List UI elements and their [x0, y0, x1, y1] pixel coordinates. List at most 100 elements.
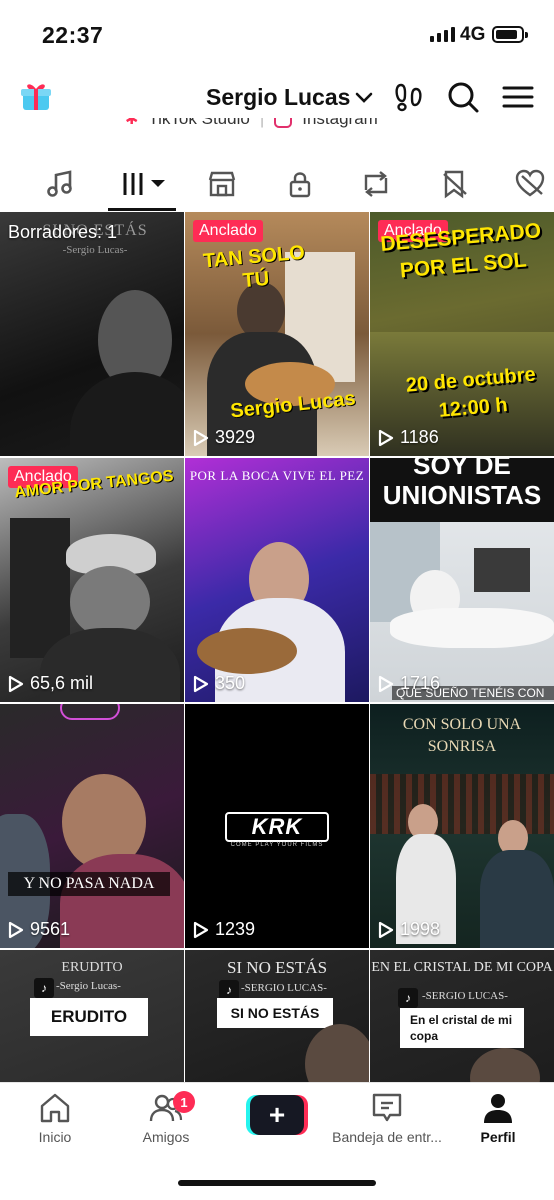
- status-bar: 22:37 4G: [0, 0, 554, 64]
- video-tile[interactable]: KRK COME PLAY YOUR FILMS 1239: [185, 704, 369, 948]
- signal-icon: [430, 27, 455, 42]
- video-tile[interactable]: Anclado TAN SOLO TÚ Sergio Lucas 3929: [185, 212, 369, 456]
- play-icon: [378, 921, 394, 938]
- video-subcaption: -SERGIO LUCAS-: [241, 982, 327, 994]
- sticker-label: En el cristal de mi copa: [400, 1008, 524, 1048]
- video-subcaption: -Sergio Lucas-: [62, 244, 128, 256]
- video-tile[interactable]: Anclado AMOR POR TANGOS 65,6 mil: [0, 458, 184, 702]
- menu-icon[interactable]: [501, 80, 535, 114]
- tab-reposts[interactable]: [356, 164, 396, 204]
- tiktok-icon: ♪: [398, 988, 418, 1008]
- play-icon: [8, 921, 24, 938]
- battery-icon: [492, 26, 528, 43]
- tab-private[interactable]: [280, 164, 320, 204]
- lock-icon: [289, 172, 311, 198]
- video-caption: Y NO PASA NADA: [8, 872, 170, 896]
- krk-logo: KRK: [225, 812, 329, 842]
- home-indicator: [178, 1180, 376, 1186]
- play-icon: [193, 675, 209, 692]
- sticker-label: SI NO ESTÁS: [217, 998, 333, 1028]
- heart-hidden-icon: [515, 169, 545, 197]
- monitor-shape: [474, 548, 530, 592]
- nav-home[interactable]: Inicio: [0, 1091, 110, 1145]
- view-count: 1716: [378, 673, 440, 694]
- nav-inbox[interactable]: Bandeja de entr...: [332, 1091, 442, 1145]
- profile-icon: [484, 1094, 512, 1123]
- video-caption: POR LA BOCA VIVE EL PEZ: [189, 468, 365, 483]
- profile-name: Sergio Lucas: [206, 84, 351, 110]
- person-silhouette: [70, 372, 184, 456]
- network-label: 4G: [460, 24, 486, 45]
- nav-friends-label: Amigos: [142, 1129, 190, 1145]
- person-silhouette: [470, 1048, 540, 1082]
- video-tile[interactable]: SOY DE UNIONISTAS QUE SUEÑO TENÉIS CON 1…: [370, 458, 554, 702]
- view-count: 1186: [378, 427, 439, 448]
- tiktok-icon: ♪: [34, 978, 54, 998]
- tab-shop[interactable]: [202, 164, 242, 204]
- video-caption: SI NO ESTÁS: [226, 958, 328, 977]
- status-time: 22:37: [42, 22, 104, 48]
- shop-icon: [208, 171, 236, 197]
- instagram-icon: [274, 118, 293, 128]
- account-switcher[interactable]: Sergio Lucas: [206, 84, 374, 111]
- search-icon[interactable]: [446, 80, 480, 114]
- video-tile[interactable]: ERUDITO ♪ -Sergio Lucas- ERUDITO: [0, 950, 184, 1082]
- instagram-link[interactable]: Instagram: [302, 118, 378, 129]
- gift-icon[interactable]: [20, 80, 52, 112]
- person-silhouette: [60, 854, 184, 948]
- pinned-badge: Anclado: [193, 220, 263, 242]
- nav-profile[interactable]: Perfil: [443, 1091, 553, 1145]
- door-shape: [10, 518, 70, 658]
- chevron-down-icon: [356, 92, 373, 103]
- video-tile[interactable]: CON SOLO UNA SONRISA 1998: [370, 704, 554, 948]
- divider: |: [259, 118, 265, 128]
- tab-liked[interactable]: [510, 164, 550, 204]
- play-icon: [193, 921, 209, 938]
- active-tab-indicator: [108, 208, 176, 211]
- music-note-icon: [47, 170, 72, 197]
- person-silhouette: [480, 850, 554, 948]
- plus-icon: +: [250, 1095, 304, 1135]
- notification-badge: 1: [173, 1091, 195, 1113]
- video-caption: SOY DE UNIONISTAS: [382, 458, 542, 510]
- video-caption: ERUDITO: [61, 960, 123, 975]
- play-icon: [193, 429, 209, 446]
- tab-videos[interactable]: [120, 164, 168, 204]
- neon-sign: [60, 704, 120, 720]
- video-subcaption: -SERGIO LUCAS-: [422, 990, 508, 1002]
- video-tile[interactable]: Anclado DESESPERADO POR EL SOL 20 de oct…: [370, 212, 554, 456]
- view-count: 3929: [193, 427, 255, 448]
- view-count: 9561: [8, 919, 70, 940]
- view-count: 1239: [193, 919, 255, 940]
- guitar-shape: [197, 628, 297, 674]
- video-caption: CON SOLO UNA SONRISA: [402, 716, 522, 755]
- video-subcaption: -Sergio Lucas-: [56, 980, 121, 992]
- nav-friends[interactable]: Amigos 1: [111, 1091, 221, 1145]
- video-tile[interactable]: EN EL CRISTAL DE MI COPA ♪ -SERGIO LUCAS…: [370, 950, 554, 1082]
- create-button[interactable]: +: [246, 1095, 308, 1135]
- studio-link[interactable]: TikTok Studio: [148, 118, 249, 129]
- nav-home-label: Inicio: [38, 1129, 72, 1145]
- content-tabs: [0, 160, 554, 212]
- drafts-label: Borradores: 1: [8, 222, 118, 242]
- play-icon: [8, 675, 24, 692]
- tab-music[interactable]: [40, 164, 80, 204]
- nav-inbox-label: Bandeja de entr...: [332, 1129, 442, 1145]
- person-silhouette: [305, 1024, 369, 1082]
- video-tile[interactable]: Y NO PASA NADA 9561: [0, 704, 184, 948]
- logo-tagline: COME PLAY YOUR FILMS: [230, 842, 324, 848]
- play-icon: [378, 429, 394, 446]
- table-shape: [390, 608, 554, 648]
- video-tile-drafts[interactable]: SI NO ESTÁS -Sergio Lucas- Borradores: 1: [0, 212, 184, 456]
- video-grid: SI NO ESTÁS -Sergio Lucas- Borradores: 1…: [0, 212, 554, 1082]
- tab-favorites[interactable]: [434, 164, 474, 204]
- play-icon: [378, 675, 394, 692]
- footprints-icon[interactable]: [392, 80, 426, 114]
- video-tile[interactable]: POR LA BOCA VIVE EL PEZ 350: [185, 458, 369, 702]
- sticker-label: ERUDITO: [30, 998, 148, 1036]
- profile-links: ✱ TikTok Studio | Instagram: [0, 118, 554, 138]
- bookmark-hidden-icon: [443, 170, 467, 199]
- view-count: 65,6 mil: [8, 673, 93, 694]
- view-count: 350: [193, 673, 245, 694]
- video-tile[interactable]: SI NO ESTÁS ♪ -SERGIO LUCAS- SI NO ESTÁS: [185, 950, 369, 1082]
